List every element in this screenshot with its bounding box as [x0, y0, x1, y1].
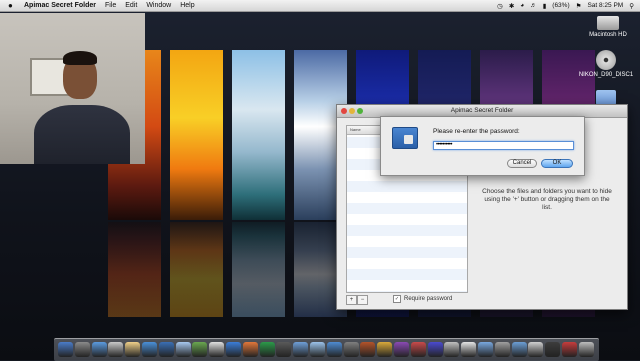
menu-window[interactable]: Window	[146, 2, 171, 9]
menu-clock[interactable]: Sat 8:25 PM	[587, 2, 623, 9]
password-prompt: Please re-enter the password:	[433, 128, 520, 135]
dock-app-icon[interactable]	[226, 342, 241, 357]
dock-app-icon[interactable]	[293, 342, 309, 357]
wallpaper-panel	[232, 50, 285, 220]
flag-icon[interactable]: ⚑	[576, 2, 582, 10]
timemachine-icon[interactable]: ◷	[497, 2, 503, 10]
spotlight-icon[interactable]: ⚲	[629, 2, 634, 10]
apple-menu-icon[interactable]: ●	[8, 1, 16, 10]
password-field[interactable]: ••••••••••	[433, 141, 574, 150]
folder-icon	[596, 90, 616, 105]
dock-app-icon[interactable]	[108, 342, 124, 357]
webcam-overlay	[0, 13, 145, 164]
lock-icon	[404, 135, 413, 144]
dock-app-icon[interactable]	[528, 342, 544, 357]
dock-app-icon[interactable]	[242, 342, 258, 357]
hard-drive-icon	[597, 16, 619, 30]
menu-help[interactable]: Help	[180, 2, 194, 9]
person-body	[34, 105, 130, 164]
dock-app-icon[interactable]	[158, 342, 174, 357]
menu-app-name[interactable]: Apimac Secret Folder	[24, 2, 96, 9]
dock-app-icon[interactable]	[175, 342, 191, 357]
wallpaper-reflection	[170, 222, 223, 317]
person-hair	[63, 51, 97, 65]
dock-app-icon[interactable]	[394, 342, 409, 357]
dvd-icon	[596, 50, 616, 70]
dock-app-icon[interactable]	[427, 342, 443, 357]
desktop-icon-label: Macintosh HD	[589, 32, 627, 38]
dock-app-icon[interactable]	[461, 342, 477, 357]
wallpaper-reflection	[108, 222, 161, 317]
menu-edit[interactable]: Edit	[125, 2, 137, 9]
dock-app-icon[interactable]	[142, 342, 157, 357]
close-icon[interactable]	[341, 108, 347, 114]
dock-app-icon[interactable]	[326, 342, 342, 357]
dock-app-icon[interactable]	[562, 342, 577, 357]
wallpaper-reflection	[232, 222, 285, 317]
cancel-button[interactable]: Cancel	[507, 159, 537, 168]
dock-app-icon[interactable]	[91, 342, 107, 357]
dock-app-icon[interactable]	[310, 342, 325, 357]
checkmark-icon[interactable]: ✓	[393, 295, 401, 303]
secret-folder-app-icon	[392, 127, 418, 149]
dock-app-icon[interactable]	[578, 342, 594, 357]
dock-app-icon[interactable]	[209, 342, 225, 357]
require-password-label: Require password	[404, 296, 453, 302]
dock-app-icon[interactable]	[259, 342, 275, 357]
dock-app-icon[interactable]	[545, 342, 561, 357]
remove-button[interactable]: −	[357, 295, 368, 305]
instructions-text: Choose the files and folders you want to…	[482, 188, 612, 211]
dock-app-icon[interactable]	[276, 342, 292, 357]
dock-app-icon[interactable]	[511, 342, 527, 357]
dock-app-icon[interactable]	[377, 342, 393, 357]
battery-percent: (63%)	[552, 2, 570, 9]
dock-app-icon[interactable]	[410, 342, 426, 357]
window-title: Apimac Secret Folder	[450, 107, 514, 114]
dock-app-icon[interactable]	[58, 342, 73, 357]
desktop-icon-nikon-disc[interactable]: NIKON_D90_DISC1	[576, 50, 636, 78]
dock	[54, 338, 599, 361]
dock-app-icon[interactable]	[478, 342, 493, 357]
bluetooth-icon[interactable]: ✱	[509, 2, 514, 10]
dock-app-icon[interactable]	[343, 342, 359, 357]
dock-app-icon[interactable]	[444, 342, 460, 357]
desktop-icon-label: NIKON_D90_DISC1	[578, 72, 634, 78]
menu-bar: ● Apimac Secret Folder File Edit Window …	[0, 0, 640, 12]
dock-app-icon[interactable]	[192, 342, 208, 357]
menu-file[interactable]: File	[105, 2, 116, 9]
zoom-icon[interactable]	[357, 108, 363, 114]
wifi-icon[interactable]: ◕	[520, 2, 524, 9]
dock-app-icon[interactable]	[125, 342, 141, 357]
desktop-icon-macintosh-hd[interactable]: Macintosh HD	[578, 16, 638, 38]
add-button[interactable]: +	[346, 295, 357, 305]
ok-button[interactable]: OK	[541, 159, 573, 168]
dock-app-icon[interactable]	[494, 342, 510, 357]
wallpaper-panel	[170, 50, 223, 220]
battery-icon[interactable]: ▮	[543, 2, 547, 10]
volume-icon[interactable]: ♬	[530, 2, 537, 9]
password-sheet: Please re-enter the password: ••••••••••…	[380, 116, 585, 176]
dock-app-icon[interactable]	[74, 342, 90, 357]
minimize-icon[interactable]	[349, 108, 355, 114]
require-password-checkbox[interactable]: ✓ Require password	[393, 295, 452, 303]
dock-app-icon[interactable]	[360, 342, 376, 357]
menu-extras: ◷ ✱ ◕ ♬ ▮ (63%) ⚑ Sat 8:25 PM ⚲	[491, 0, 634, 11]
